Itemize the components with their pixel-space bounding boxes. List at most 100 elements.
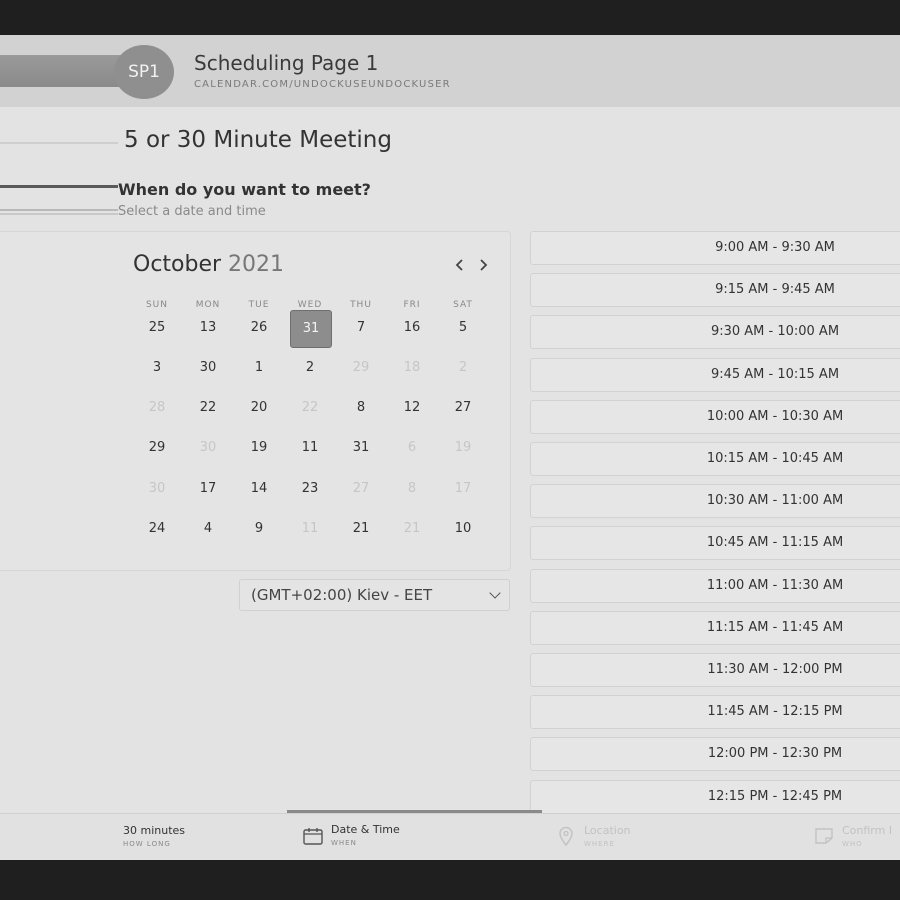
calendar-day: 30 [148, 481, 166, 496]
decorative-stripe [0, 213, 118, 215]
scheduling-screen: SP1 Scheduling Page 1 CALENDAR.COM/UNDOC… [0, 35, 900, 860]
time-slot-button[interactable]: 11:30 AM - 12:00 PM [530, 653, 900, 687]
calendar-day: 19 [454, 440, 472, 455]
weekday-header: TUE [248, 300, 270, 310]
chevron-down-icon [489, 587, 501, 599]
time-slot-button[interactable]: 10:00 AM - 10:30 AM [530, 399, 900, 434]
time-slot-button[interactable]: 9:30 AM - 10:00 AM [530, 315, 900, 350]
calendar-day[interactable]: 8 [341, 390, 381, 426]
decorative-stripe [0, 185, 118, 188]
calendar-day: 29 [352, 360, 370, 375]
calendar-day[interactable]: 21 [341, 511, 381, 547]
time-slot-button[interactable]: 12:00 PM - 12:30 PM [530, 737, 900, 772]
scheduling-page-title: Scheduling Page 1 [194, 51, 379, 75]
calendar-day[interactable]: 14 [239, 471, 279, 507]
time-slot-label: 9:15 AM - 9:45 AM [715, 282, 835, 298]
step-location-label: Location [584, 824, 631, 837]
time-slot-label: 11:15 AM - 11:45 AM [706, 619, 844, 635]
time-slot-button[interactable]: 11:15 AM - 11:45 AM [530, 610, 900, 645]
calendar-day[interactable]: 19 [239, 430, 279, 466]
calendar-day[interactable]: 7 [341, 310, 381, 346]
step-duration-label: 30 minutes [123, 824, 186, 837]
calendar-day: 6 [407, 440, 417, 455]
time-slot-button[interactable]: 11:00 AM - 11:30 AM [530, 568, 900, 603]
scheduling-page-url[interactable]: CALENDAR.COM/UNDOCKUSEUNDOCKUSER [194, 79, 451, 90]
time-slot-label: 11:45 AM - 12:15 PM [707, 704, 843, 720]
question-subtitle: Select a date and time [118, 204, 266, 219]
calendar-day[interactable]: 23 [290, 471, 330, 507]
weekday-header: FRI [403, 300, 421, 310]
page-header: SP1 Scheduling Page 1 CALENDAR.COM/UNDOC… [0, 35, 900, 107]
calendar-day[interactable]: 4 [188, 511, 228, 547]
time-slot-label: 10:00 AM - 10:30 AM [706, 408, 844, 424]
time-slot-label: 12:15 PM - 12:45 PM [707, 788, 843, 804]
time-slot-label: 10:45 AM - 11:15 AM [706, 535, 844, 551]
step-date-time-label: Date & Time [331, 823, 400, 836]
weekday-header: THU [350, 300, 372, 310]
calendar-day[interactable]: 27 [443, 390, 483, 426]
avatar: SP1 [114, 45, 174, 99]
calendar-day[interactable]: 17 [188, 471, 228, 507]
time-slot-label: 9:00 AM - 9:30 AM [715, 240, 835, 255]
calendar-year: 2021 [228, 252, 285, 277]
calendar-day: 8 [407, 481, 417, 496]
calendar-day[interactable]: 20 [239, 390, 279, 426]
meeting-title: 5 or 30 Minute Meeting [124, 127, 392, 153]
calendar-day[interactable]: 2 [290, 350, 330, 386]
calendar-day[interactable]: 22 [188, 390, 228, 426]
calendar-day[interactable]: 26 [239, 310, 279, 346]
calendar-day[interactable]: 25 [137, 310, 177, 346]
calendar-day[interactable]: 5 [443, 310, 483, 346]
calendar-day[interactable]: 31 [341, 430, 381, 466]
calendar-day: 30 [199, 440, 217, 455]
step-date-time-sub: WHEN [331, 839, 357, 847]
calendar-day[interactable]: 16 [392, 310, 432, 346]
next-month-icon[interactable] [478, 256, 488, 275]
step-location[interactable]: Location WHERE [584, 824, 631, 848]
prev-month-icon[interactable] [455, 256, 465, 275]
time-slot-button[interactable]: 12:15 PM - 12:45 PM [530, 779, 900, 814]
calendar-day: 22 [301, 400, 319, 415]
calendar-day: 21 [403, 521, 421, 536]
time-slot-label: 10:15 AM - 10:45 AM [706, 451, 844, 466]
calendar-day[interactable]: 24 [137, 511, 177, 547]
calendar-day: 17 [454, 481, 472, 496]
step-date-time[interactable]: Date & Time WHEN [331, 823, 400, 847]
calendar-day: 11 [301, 521, 319, 536]
calendar-day: 27 [352, 481, 370, 496]
calendar-day[interactable]: 1 [239, 350, 279, 386]
step-confirm-sub: WHO [842, 840, 863, 848]
step-confirm-label: Confirm I [842, 824, 893, 837]
step-confirm[interactable]: Confirm I WHO [842, 824, 892, 848]
question-heading: When do you want to meet? [118, 180, 371, 199]
step-duration[interactable]: 30 minutes HOW LONG [123, 824, 185, 848]
time-slot-button[interactable]: 11:45 AM - 12:15 PM [530, 695, 900, 730]
calendar-day[interactable]: 3 [137, 350, 177, 386]
time-slot-button[interactable]: 10:15 AM - 10:45 AM [530, 442, 900, 476]
time-slot-button[interactable]: 9:15 AM - 9:45 AM [530, 273, 900, 308]
date-picker-calendar: October 2021 SUN MON TUE WED THU FRI SAT 25 13 2… [0, 231, 511, 571]
time-slot-label: 9:45 AM - 10:15 AM [710, 366, 840, 382]
time-slot-label: 12:00 PM - 12:30 PM [707, 746, 843, 762]
timezone-select[interactable]: (GMT+02:00) Kiev - EET [239, 579, 510, 611]
weekday-header: MON [195, 300, 221, 310]
calendar-day[interactable]: 11 [290, 430, 330, 466]
location-pin-icon [558, 826, 574, 850]
time-slot-button[interactable]: 10:30 AM - 11:00 AM [530, 484, 900, 519]
calendar-day[interactable]: 9 [239, 511, 279, 547]
time-slot-button[interactable]: 10:45 AM - 11:15 AM [530, 526, 900, 561]
step-duration-sub: HOW LONG [123, 840, 171, 848]
calendar-day-selected[interactable]: 31 [290, 310, 332, 348]
timezone-value: (GMT+02:00) Kiev - EET [251, 586, 433, 604]
calendar-day[interactable]: 10 [443, 511, 483, 547]
calendar-icon [303, 827, 323, 849]
calendar-day[interactable]: 30 [188, 350, 228, 386]
time-slot-button[interactable]: 9:00 AM - 9:30 AM [530, 231, 900, 265]
calendar-day: 2 [458, 360, 468, 375]
calendar-day[interactable]: 13 [188, 310, 228, 346]
calendar-day[interactable]: 12 [392, 390, 432, 426]
note-icon [814, 827, 834, 849]
booking-steps-footer: 30 minutes HOW LONG Date & Time WHEN Loc… [0, 813, 900, 860]
time-slot-button[interactable]: 9:45 AM - 10:15 AM [530, 357, 900, 392]
calendar-day[interactable]: 29 [137, 430, 177, 466]
